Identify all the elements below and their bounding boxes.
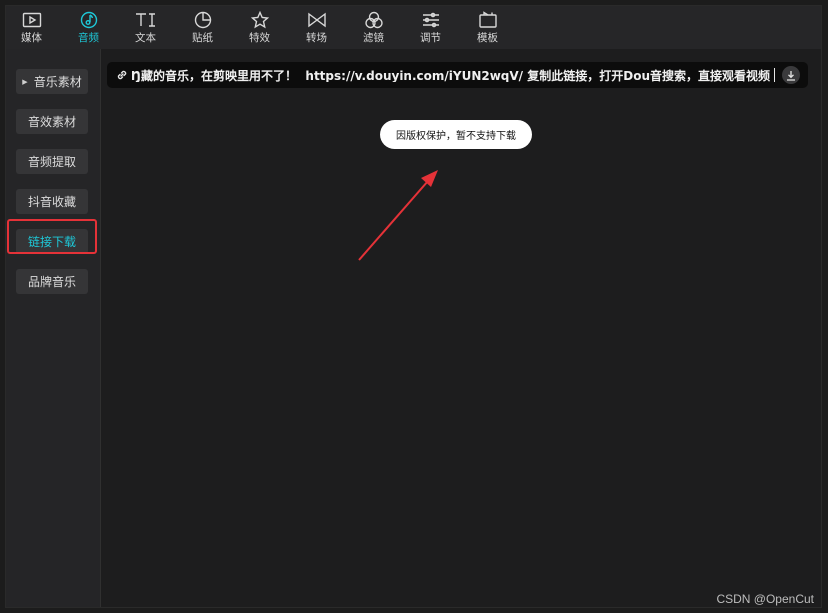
tab-transition-label: 转场 <box>306 32 327 44</box>
sidebar-item-brand-music[interactable]: 品牌音乐 <box>16 269 88 294</box>
sidebar-item-audio-extract[interactable]: 音频提取 <box>16 149 88 174</box>
sidebar-item-label: 音频提取 <box>27 155 76 169</box>
sidebar-item-label: 音乐素材 <box>33 75 82 89</box>
sidebar-item-link-download[interactable]: 链接下载 <box>16 229 88 254</box>
sidebar-item-label: 品牌音乐 <box>27 275 76 289</box>
link-input[interactable] <box>131 68 771 82</box>
copyright-toast: 因版权保护，暂不支持下载 <box>380 120 532 149</box>
tab-audio[interactable]: 音频 <box>60 6 117 49</box>
link-input-bar <box>107 62 808 88</box>
sidebar-item-label: 音效素材 <box>27 115 76 129</box>
tab-filter-label: 滤镜 <box>363 32 384 44</box>
adjust-icon <box>420 10 442 30</box>
tab-sticker-label: 贴纸 <box>192 32 213 44</box>
effects-icon <box>249 10 271 30</box>
audio-icon <box>78 10 100 30</box>
audio-sidebar: ▶ 音乐素材 音效素材 音频提取 抖音收藏 链接下载 品牌音乐 <box>6 49 101 607</box>
filter-icon <box>363 10 385 30</box>
tab-text[interactable]: 文本 <box>117 6 174 49</box>
sidebar-item-douyin-favorites[interactable]: 抖音收藏 <box>16 189 88 214</box>
app-window: 媒体 音频 文本 贴纸 特效 转场 滤镜 调节 模板 ▶ 音乐素材 音效素材 音… <box>5 5 822 608</box>
transition-icon <box>306 10 328 30</box>
sidebar-item-music[interactable]: ▶ 音乐素材 <box>16 69 88 94</box>
tab-audio-label: 音频 <box>78 32 99 44</box>
sidebar-item-sound-effects[interactable]: 音效素材 <box>16 109 88 134</box>
text-cursor <box>774 68 775 82</box>
download-icon <box>787 70 795 81</box>
expand-triangle-icon: ▶ <box>22 77 28 86</box>
tab-media[interactable]: 媒体 <box>3 6 60 49</box>
link-icon <box>117 70 127 80</box>
watermark: CSDN @OpenCut <box>716 592 814 606</box>
media-icon <box>21 10 43 30</box>
tab-template-label: 模板 <box>477 32 498 44</box>
template-icon <box>477 10 499 30</box>
text-icon <box>135 10 157 30</box>
tab-filter[interactable]: 滤镜 <box>345 6 402 49</box>
tab-media-label: 媒体 <box>21 32 42 44</box>
sticker-icon <box>192 10 214 30</box>
tab-transition[interactable]: 转场 <box>288 6 345 49</box>
download-button[interactable] <box>782 66 800 84</box>
sidebar-item-label: 抖音收藏 <box>27 195 76 209</box>
tab-adjust[interactable]: 调节 <box>402 6 459 49</box>
tab-sticker[interactable]: 贴纸 <box>174 6 231 49</box>
tab-adjust-label: 调节 <box>420 32 441 44</box>
top-toolbar: 媒体 音频 文本 贴纸 特效 转场 滤镜 调节 模板 <box>6 6 821 49</box>
tab-template[interactable]: 模板 <box>459 6 516 49</box>
tab-text-label: 文本 <box>135 32 156 44</box>
sidebar-item-label: 链接下载 <box>27 235 76 249</box>
tab-effects[interactable]: 特效 <box>231 6 288 49</box>
tab-effects-label: 特效 <box>249 32 270 44</box>
